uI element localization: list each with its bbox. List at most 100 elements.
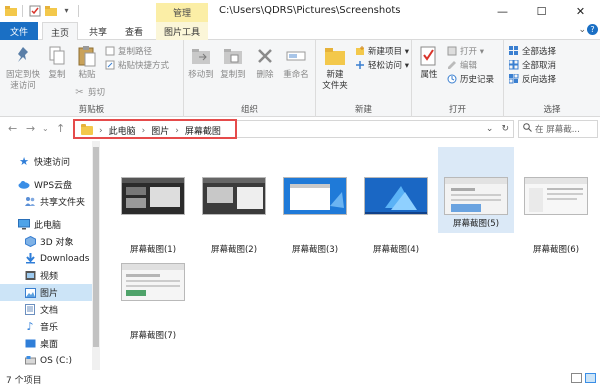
file-tile[interactable]: 屏幕截图(4) <box>358 171 434 255</box>
file-tile[interactable]: 屏幕截图(6) <box>518 171 594 255</box>
properties-button[interactable]: 属性 <box>416 44 442 81</box>
file-tile[interactable]: 屏幕截图(7) <box>115 257 191 341</box>
tab-home[interactable]: 主页 <box>42 22 78 41</box>
nav-item-label: 桌面 <box>40 340 59 350</box>
file-tile[interactable]: 屏幕截图(2) <box>196 171 272 255</box>
easy-access-button[interactable]: 轻松访问 ▾ <box>354 59 409 71</box>
nav-item-label: Downloads <box>40 253 90 264</box>
refresh-icon[interactable]: ↻ <box>501 124 509 134</box>
properties-label: 属性 <box>420 70 438 80</box>
rename-button[interactable]: 重命名 <box>280 44 312 81</box>
new-item-button[interactable]: 新建项目 ▾ <box>354 45 409 57</box>
nav-item-downloads[interactable]: Downloads <box>0 250 92 267</box>
paste-shortcut-button[interactable]: 粘贴快捷方式 <box>104 59 169 71</box>
new-item-label: 新建项目 ▾ <box>368 47 409 57</box>
copy-button[interactable]: 复制 <box>44 44 70 81</box>
file-tile[interactable]: 屏幕截图(3) <box>277 171 353 255</box>
tab-picture-tools[interactable]: 图片工具 <box>156 22 208 40</box>
clipboard-group: 固定到快 速访问 复制 粘贴 复制路径 粘贴快捷方式 ✂ 剪切 剪贴板 <box>0 40 184 117</box>
nav-item-label: 图片 <box>40 289 59 299</box>
new-folder-button[interactable]: 新建 文件夹 <box>320 44 350 92</box>
back-arrow-icon[interactable]: ← <box>8 122 17 135</box>
delete-x-icon <box>253 44 277 68</box>
nav-item-shared-folder[interactable]: 共享文件夹 <box>0 193 92 210</box>
details-view-button[interactable] <box>571 373 582 383</box>
history-button[interactable]: 历史记录 <box>446 73 494 85</box>
invert-selection-button[interactable]: 反向选择 <box>508 73 556 85</box>
new-folder-icon[interactable] <box>44 4 57 17</box>
new-folder-icon <box>323 44 347 68</box>
cube-icon <box>24 236 36 248</box>
edit-button[interactable]: 编辑 <box>446 59 477 71</box>
collapse-ribbon-icon[interactable]: ⌄ <box>578 25 586 35</box>
move-to-button[interactable]: 移动到 <box>186 44 216 81</box>
select-all-button[interactable]: 全部选择 <box>508 45 556 57</box>
copy-path-button[interactable]: 复制路径 <box>104 45 152 57</box>
properties-check-icon[interactable] <box>28 4 41 17</box>
navigation-scrollbar[interactable] <box>92 141 100 370</box>
forward-arrow-icon[interactable]: → <box>26 122 35 135</box>
nav-item-label: 快速访问 <box>34 158 71 168</box>
nav-item-music[interactable]: ♪ 音乐 <box>0 318 92 335</box>
cut-button[interactable]: ✂ 剪切 <box>74 86 105 99</box>
help-icon[interactable]: ? <box>587 24 598 35</box>
tab-view[interactable]: 查看 <box>118 22 150 40</box>
scrollbar-thumb[interactable] <box>93 147 99 347</box>
copy-to-icon <box>221 44 245 68</box>
item-count: 7 个项目 <box>6 376 42 386</box>
file-tile[interactable]: 屏幕截图(1) <box>115 171 191 255</box>
context-tab-manage[interactable]: 管理 <box>156 3 208 22</box>
nav-item-documents[interactable]: 文档 <box>0 301 92 318</box>
paste-button[interactable]: 粘贴 <box>74 44 100 81</box>
desktop-icon <box>24 338 36 350</box>
properties-icon <box>417 44 441 68</box>
nav-item-desktop[interactable]: 桌面 <box>0 335 92 352</box>
copy-to-button[interactable]: 复制到 <box>218 44 248 81</box>
copy-label: 复制 <box>48 70 66 80</box>
tab-file[interactable]: 文件 <box>0 22 38 40</box>
nav-item-videos[interactable]: 视频 <box>0 267 92 284</box>
file-name: 屏幕截图(6) <box>532 245 580 255</box>
nav-item-label: 视频 <box>40 272 59 282</box>
history-label: 历史记录 <box>460 75 495 85</box>
star-icon: ★ <box>19 155 29 168</box>
open-button[interactable]: 打开 ▾ <box>446 45 484 57</box>
document-icon <box>24 304 36 316</box>
pin-quick-access-button[interactable]: 固定到快 速访问 <box>4 44 42 92</box>
up-arrow-icon[interactable]: ↑ <box>56 122 65 135</box>
nav-item-wps-cloud[interactable]: WPS云盘 <box>0 176 92 193</box>
file-name: 屏幕截图(7) <box>129 331 177 341</box>
minimize-button[interactable]: — <box>483 0 522 22</box>
nav-item-label: WPS云盘 <box>34 181 73 191</box>
nav-item-quick-access[interactable]: ★ 快速访问 <box>0 153 92 170</box>
copy-icon <box>45 44 69 68</box>
nav-item-pictures[interactable]: 图片 <box>0 284 92 301</box>
computer-icon <box>18 219 30 231</box>
search-box[interactable]: 在 屏幕截... <box>518 120 598 138</box>
select-none-label: 全部取消 <box>522 61 557 71</box>
download-icon <box>24 253 36 265</box>
easy-access-icon <box>354 60 365 71</box>
paste-shortcut-icon <box>104 60 115 71</box>
qat-divider <box>78 4 79 17</box>
delete-button[interactable]: 删除 <box>252 44 278 81</box>
window-controls: — ☐ ✕ <box>483 0 600 22</box>
maximize-button[interactable]: ☐ <box>522 0 561 22</box>
tab-share[interactable]: 共享 <box>82 22 114 40</box>
thumbnail-image <box>444 177 508 215</box>
address-dropdown-icon[interactable]: ⌄ <box>486 124 494 134</box>
select-none-icon <box>508 60 519 71</box>
paste-shortcut-label: 粘贴快捷方式 <box>118 61 170 71</box>
customize-qat-icon[interactable]: ▾ <box>60 4 73 17</box>
nav-item-os-c[interactable]: OS (C:) <box>0 352 92 369</box>
nav-item-this-pc[interactable]: 此电脑 <box>0 216 92 233</box>
file-name: 屏幕截图(1) <box>129 245 177 255</box>
recent-locations-icon[interactable]: ⌄ <box>42 124 49 133</box>
nav-item-3d-objects[interactable]: 3D 对象 <box>0 233 92 250</box>
cloud-icon <box>18 179 30 191</box>
file-tile[interactable]: 屏幕截图(5) <box>438 147 514 233</box>
select-none-button[interactable]: 全部取消 <box>508 59 556 71</box>
close-button[interactable]: ✕ <box>561 0 600 22</box>
pin-label: 固定到快 速访问 <box>5 70 40 91</box>
large-icons-view-button[interactable] <box>585 373 596 383</box>
